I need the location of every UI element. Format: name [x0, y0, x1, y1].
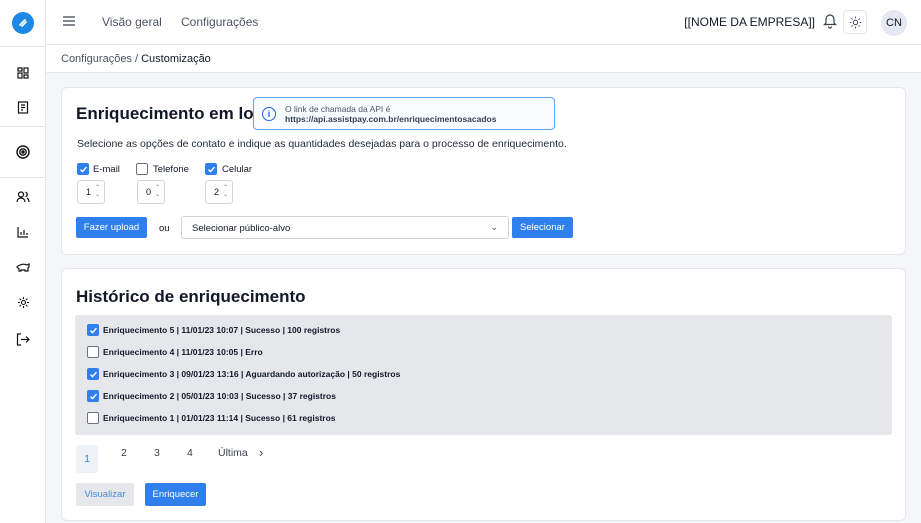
checkmark-icon [89, 371, 97, 378]
breadcrumb: Configurações / Customização [46, 45, 921, 73]
nav-overview[interactable]: Visão geral [102, 15, 162, 29]
page-3-button[interactable]: 3 [154, 447, 160, 459]
history-item-text: Enriquecimento 2 | 05/01/23 10:03 | Suce… [103, 391, 336, 401]
email-checkbox[interactable] [77, 163, 89, 175]
page-1-button[interactable]: 1 [76, 445, 98, 473]
stepper-arrows-icon[interactable]: ⌃ ⌄ [95, 185, 100, 199]
mobile-checkbox[interactable] [205, 163, 217, 175]
history-item-text: Enriquecimento 1 | 01/01/23 11:14 | Suce… [103, 413, 336, 423]
checkmark-icon [207, 166, 215, 173]
batch-title: Enriquecimento em lote [76, 104, 269, 123]
history-card: Histórico de enriquecimento Enriquecimen… [61, 268, 906, 521]
enrich-button[interactable]: Enriquecer [145, 483, 206, 506]
mobile-qty-stepper[interactable]: 2 ⌃ ⌄ [205, 180, 233, 204]
dashboard-icon[interactable] [0, 61, 46, 85]
top-bar: Visão geral Configurações [[NOME DA EMPR… [46, 0, 921, 45]
phone-label: Telefone [153, 164, 189, 175]
history-list: Enriquecimento 5 | 11/01/23 10:07 | Suce… [75, 315, 892, 435]
checkmark-icon [89, 393, 97, 400]
bell-icon[interactable] [823, 12, 839, 30]
api-info-box: i O link de chamada da API é https://api… [253, 97, 555, 130]
info-icon: i [262, 107, 276, 121]
history-checkbox[interactable] [87, 368, 99, 380]
page-4-button[interactable]: 4 [187, 447, 193, 459]
mobile-qty-value: 2 [214, 187, 220, 197]
chevron-right-icon[interactable]: › [259, 445, 263, 460]
breadcrumb-separator: / [131, 53, 142, 65]
logo-icon[interactable] [12, 12, 34, 34]
api-info-label: O link de chamada da API é [285, 104, 391, 114]
theme-toggle-button[interactable] [843, 10, 867, 34]
chevron-down-icon: ⌄ [490, 222, 498, 232]
history-item-text: Enriquecimento 4 | 11/01/23 10:05 | Erro [103, 347, 263, 357]
mobile-label: Celular [222, 164, 253, 175]
page-2-button[interactable]: 2 [121, 447, 127, 459]
breadcrumb-parent[interactable]: Configurações [61, 53, 132, 65]
audience-select[interactable]: Selecionar público-alvo ⌄ [181, 216, 509, 239]
invoice-icon[interactable] [0, 95, 46, 119]
history-title: Histórico de enriquecimento [76, 287, 306, 306]
batch-enrichment-card: Enriquecimento em lote i O link de chama… [61, 87, 906, 255]
last-page-button[interactable]: Última [218, 447, 248, 459]
sidebar [0, 0, 46, 523]
stepper-arrows-icon[interactable]: ⌃ ⌄ [155, 185, 160, 199]
history-item-text: Enriquecimento 5 | 11/01/23 10:07 | Suce… [103, 325, 341, 335]
target-icon[interactable] [0, 140, 46, 164]
sun-icon [849, 16, 861, 28]
sidebar-divider [0, 46, 46, 47]
phone-qty-stepper[interactable]: 0 ⌃ ⌄ [137, 180, 165, 204]
api-url: https://api.assistpay.com.br/enriquecime… [285, 114, 497, 124]
company-name: [[NOME DA EMPRESA]] [684, 15, 815, 29]
history-item-text: Enriquecimento 3 | 09/01/23 13:16 | Agua… [103, 369, 401, 379]
chart-icon[interactable] [0, 220, 46, 244]
checkmark-icon [79, 166, 87, 173]
avatar[interactable]: CN [881, 10, 907, 36]
email-qty-value: 1 [86, 187, 92, 197]
history-checkbox[interactable] [87, 412, 99, 424]
sidebar-divider [0, 177, 46, 178]
history-checkbox[interactable] [87, 324, 99, 336]
stepper-arrows-icon[interactable]: ⌃ ⌄ [223, 185, 228, 199]
users-icon[interactable] [0, 185, 46, 209]
settings-icon[interactable] [0, 290, 46, 314]
or-label: ou [159, 223, 170, 234]
history-checkbox[interactable] [87, 390, 99, 402]
phone-checkbox[interactable] [136, 163, 148, 175]
logout-icon[interactable] [0, 327, 46, 351]
nav-settings[interactable]: Configurações [181, 15, 258, 29]
upload-button[interactable]: Fazer upload [76, 217, 147, 238]
view-button[interactable]: Visualizar [76, 483, 134, 506]
email-qty-stepper[interactable]: 1 ⌃ ⌄ [77, 180, 105, 204]
menu-icon[interactable] [62, 14, 76, 28]
sidebar-divider [0, 126, 46, 127]
breadcrumb-text: Configurações / Customização [61, 53, 211, 65]
history-checkbox[interactable] [87, 346, 99, 358]
email-label: E-mail [93, 164, 120, 175]
checkmark-icon [89, 327, 97, 334]
api-info-text: O link de chamada da API é https://api.a… [285, 104, 545, 124]
piggy-bank-icon[interactable] [0, 256, 46, 280]
batch-description: Selecione as opções de contato e indique… [77, 138, 567, 150]
select-button[interactable]: Selecionar [512, 217, 573, 238]
audience-select-value: Selecionar público-alvo [192, 223, 291, 234]
phone-qty-value: 0 [146, 187, 152, 197]
breadcrumb-current: Customização [141, 53, 211, 65]
